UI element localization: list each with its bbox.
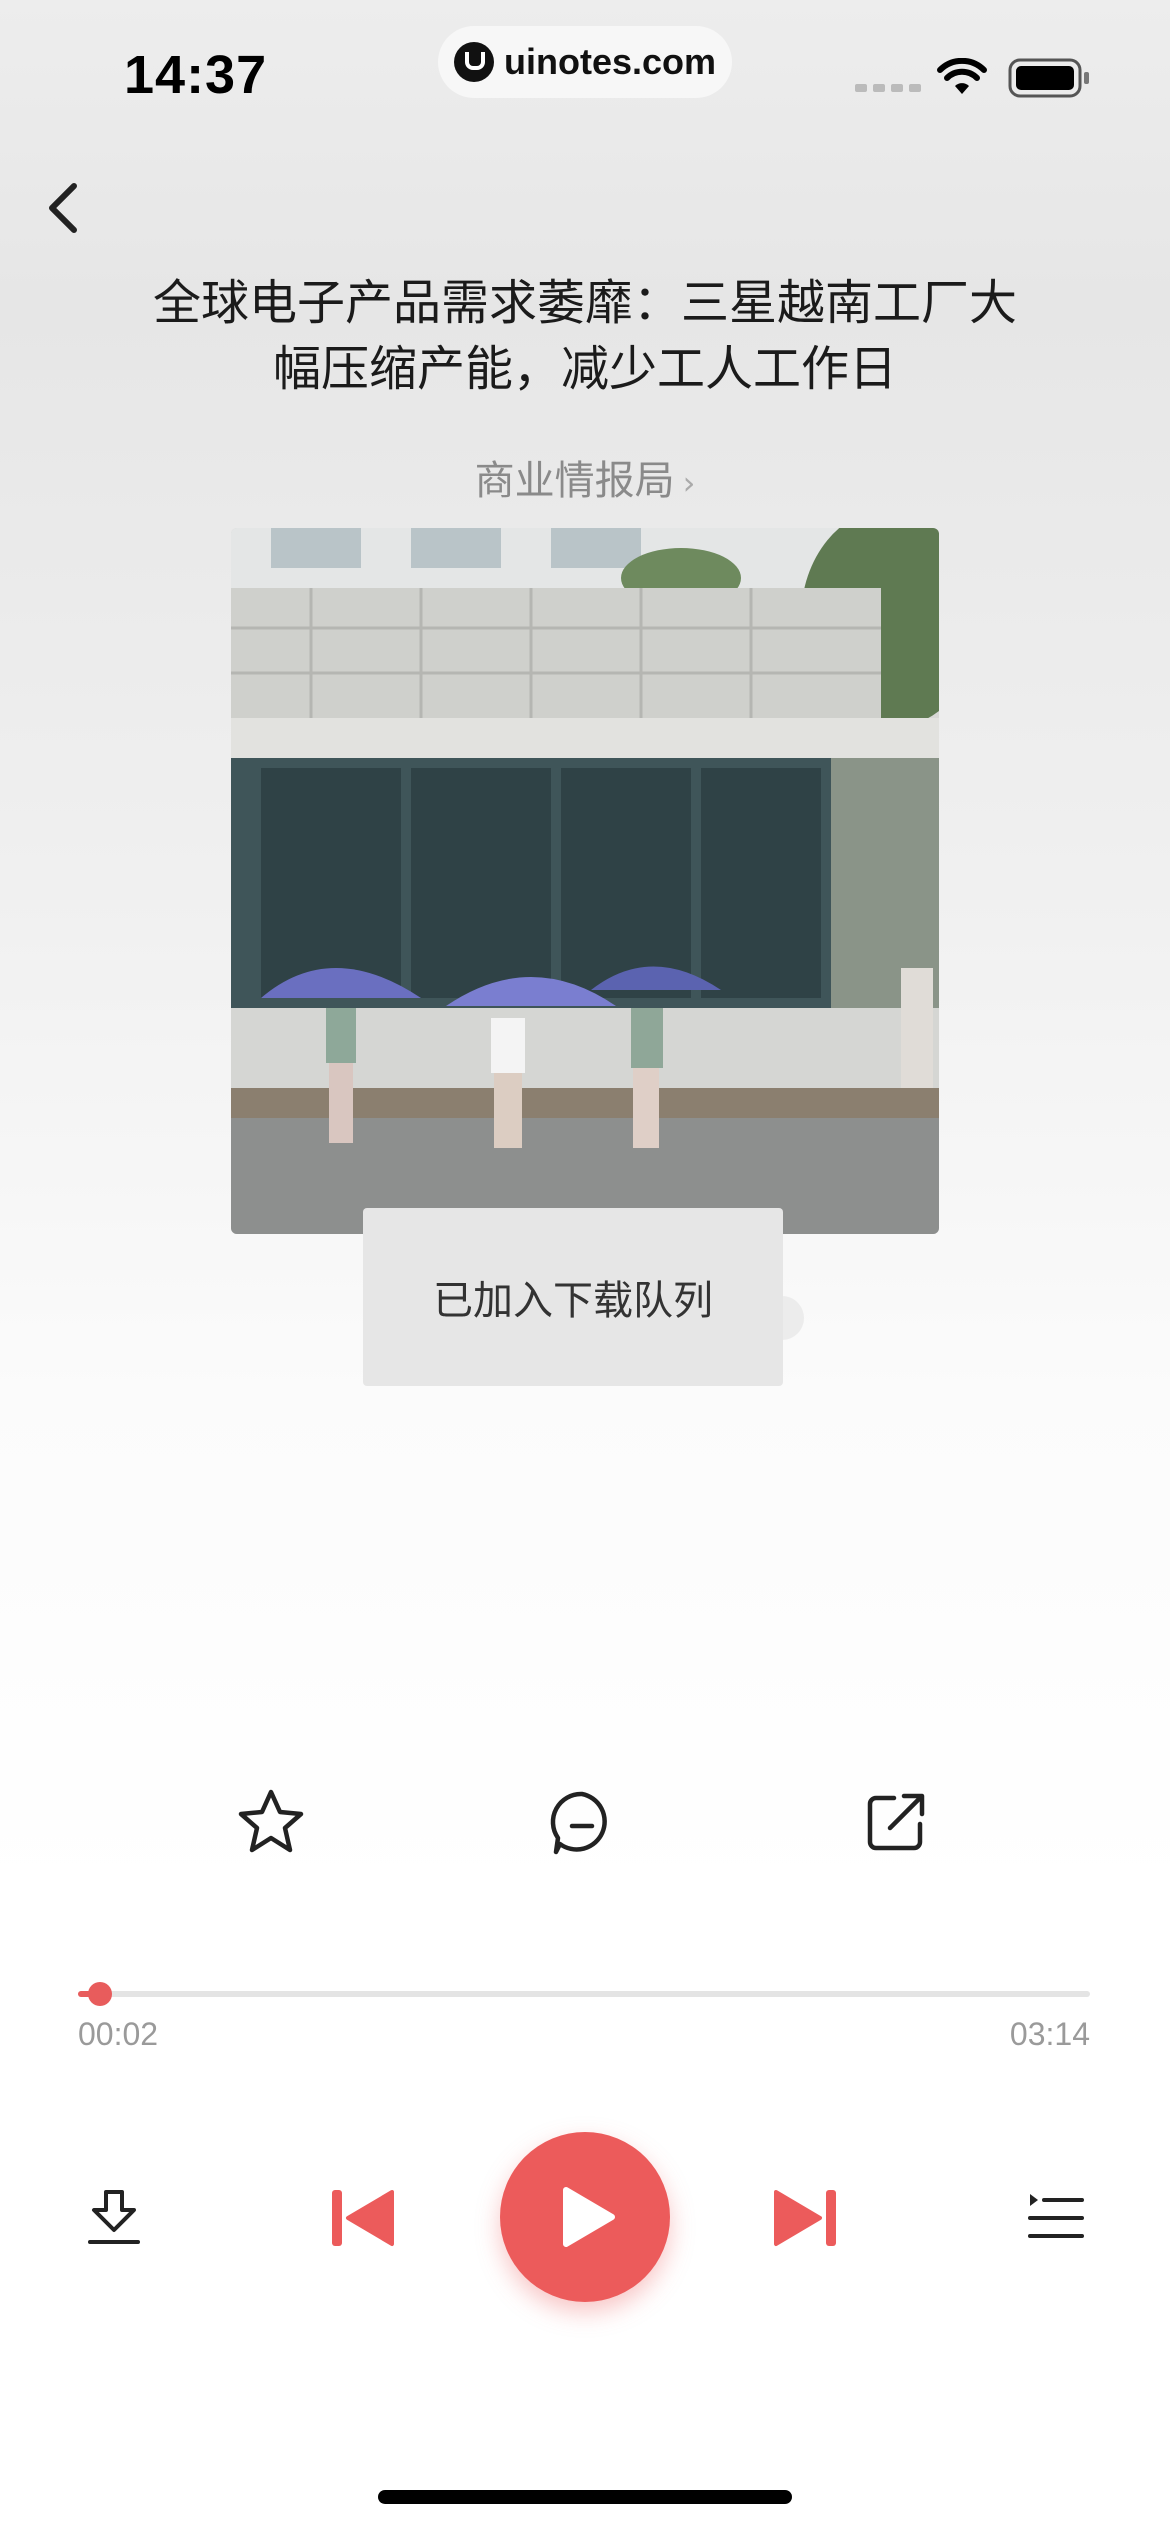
favorite-button[interactable] xyxy=(235,1786,307,1858)
toast-message: 已加入下载队列 xyxy=(363,1208,783,1386)
playlist-button[interactable] xyxy=(1024,2186,1088,2250)
wifi-icon xyxy=(937,58,987,94)
cover-image xyxy=(231,528,939,1234)
play-button[interactable] xyxy=(500,2132,670,2302)
battery-icon xyxy=(1008,58,1089,98)
status-time: 14:37 xyxy=(124,45,268,105)
share-button[interactable] xyxy=(860,1786,932,1858)
channel-name[interactable]: 商业情报局 xyxy=(475,458,675,504)
episode-title: 全球电子产品需求萎靡：三星越南工厂大 幅压缩产能，减少工人工作日 xyxy=(120,270,1050,402)
progress-handle[interactable] xyxy=(88,1982,112,2006)
elapsed-time: 00:02 xyxy=(78,2016,159,2052)
site-logo-icon xyxy=(453,42,494,82)
home-indicator xyxy=(378,2490,792,2504)
cellular-signal-icon xyxy=(855,84,921,92)
next-button[interactable] xyxy=(772,2184,840,2252)
channel-link[interactable]: 商业情报局 › xyxy=(0,448,1170,506)
episode-title-line-1: 全球电子产品需求萎靡：三星越南工厂大 xyxy=(152,275,1017,331)
previous-button[interactable] xyxy=(328,2184,396,2252)
total-duration: 03:14 xyxy=(1009,2016,1090,2052)
back-button[interactable] xyxy=(36,176,92,240)
download-button[interactable] xyxy=(82,2186,146,2250)
play-icon xyxy=(563,2187,615,2247)
site-pill: uinotes.com xyxy=(438,26,732,98)
progress-track[interactable] xyxy=(78,1991,1090,1997)
chevron-right-icon: › xyxy=(682,464,696,502)
episode-title-line-2: 幅压缩产能，减少工人工作日 xyxy=(272,341,897,397)
site-name: uinotes.com xyxy=(503,41,717,82)
comment-button[interactable] xyxy=(546,1786,618,1858)
